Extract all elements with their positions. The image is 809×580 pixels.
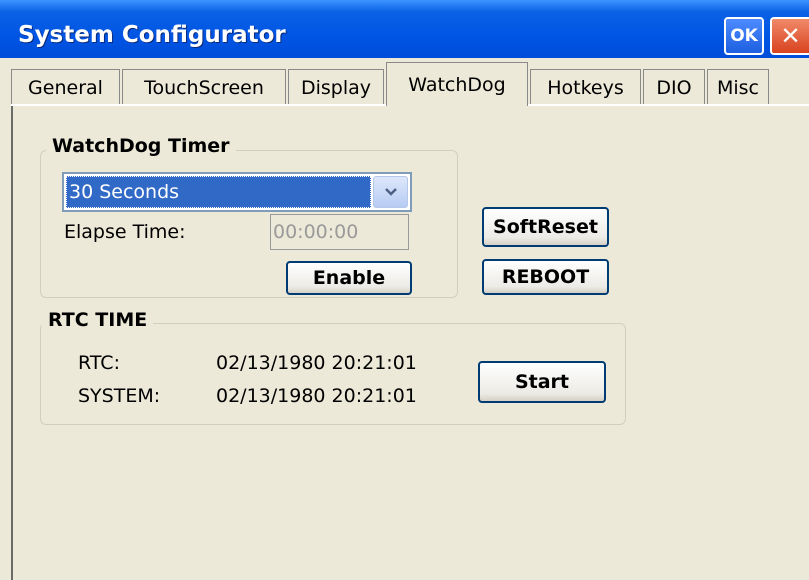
elapse-time-label: Elapse Time: bbox=[64, 221, 186, 243]
tab-strip-edge-right bbox=[781, 104, 809, 106]
system-label: SYSTEM: bbox=[78, 385, 161, 407]
rtc-value: 02/13/1980 20:21:01 bbox=[216, 352, 417, 374]
system-value: 02/13/1980 20:21:01 bbox=[216, 385, 417, 407]
close-icon: ✕ bbox=[780, 22, 801, 50]
elapse-time-field: 00:00:00 bbox=[270, 214, 409, 250]
tab-touchscreen[interactable]: TouchScreen bbox=[122, 69, 286, 105]
chevron-down-icon bbox=[384, 188, 397, 196]
start-button[interactable]: Start bbox=[478, 361, 606, 403]
tab-hotkeys[interactable]: Hotkeys bbox=[530, 69, 641, 105]
timer-select-value: 30 Seconds bbox=[66, 176, 371, 208]
watchdog-group-label: WatchDog Timer bbox=[46, 135, 236, 157]
tab-watchdog[interactable]: WatchDog bbox=[386, 62, 528, 106]
enable-button[interactable]: Enable bbox=[286, 261, 412, 295]
rtc-label: RTC: bbox=[78, 352, 120, 374]
ok-button[interactable]: OK bbox=[724, 17, 764, 55]
rtc-group-label: RTC TIME bbox=[42, 309, 154, 331]
dropdown-button[interactable] bbox=[373, 176, 408, 208]
tab-general[interactable]: General bbox=[11, 69, 120, 105]
close-button[interactable]: ✕ bbox=[770, 17, 809, 55]
tab-misc[interactable]: Misc bbox=[707, 69, 769, 105]
left-border bbox=[11, 84, 13, 580]
reboot-button[interactable]: REBOOT bbox=[482, 259, 609, 295]
tab-display[interactable]: Display bbox=[288, 69, 384, 105]
softreset-button[interactable]: SoftReset bbox=[482, 207, 609, 247]
window-title: System Configurator bbox=[18, 22, 286, 48]
tab-dio[interactable]: DIO bbox=[643, 69, 705, 105]
